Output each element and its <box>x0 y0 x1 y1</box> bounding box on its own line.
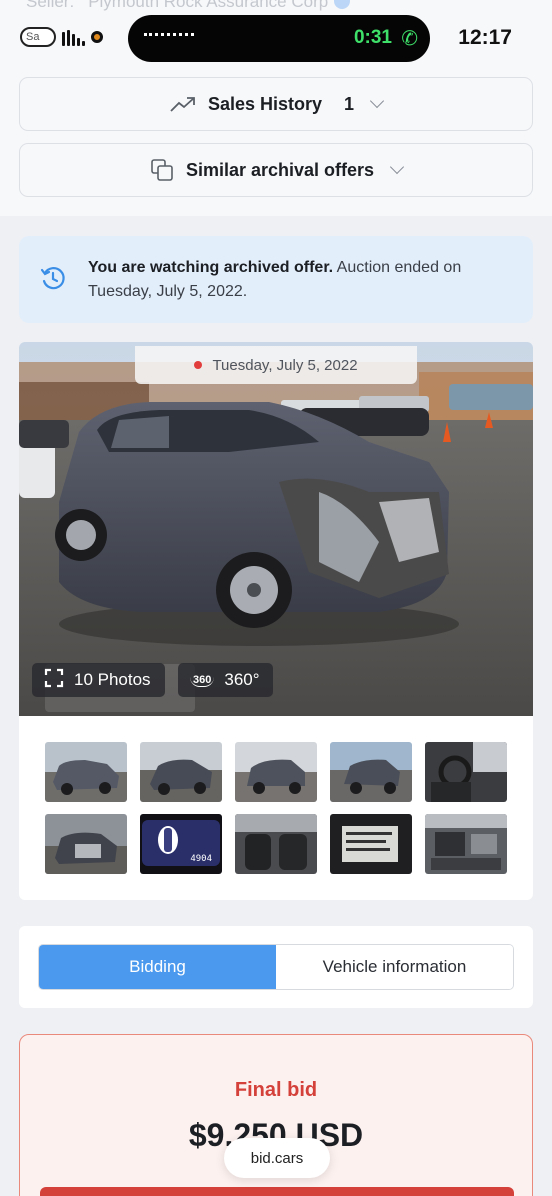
thumb-interior-seats[interactable] <box>235 814 317 874</box>
status-bar: Seller: Plymouth Rock Assurance Corp Sa 0… <box>0 0 552 70</box>
record-icon <box>91 31 103 43</box>
tabs-card: Bidding Vehicle information <box>19 926 533 1008</box>
thumb-rear-angle[interactable] <box>235 742 317 802</box>
sales-history-toggle[interactable]: Sales History 1 <box>19 77 533 131</box>
thumbnail-grid: 4904 <box>45 742 509 874</box>
odometer-reading: 4904 <box>190 854 212 864</box>
gallery-card: Tuesday, July 5, 2022 10 Photos 360 360° <box>19 342 533 900</box>
thumb-front-damage[interactable] <box>45 742 127 802</box>
detail-tabs: Bidding Vehicle information <box>38 944 514 990</box>
waveform-icon <box>144 33 194 37</box>
live-dot-icon <box>194 361 203 369</box>
auction-date: Tuesday, July 5, 2022 <box>212 356 358 374</box>
notice-text: You are watching archived offer. Auction… <box>88 256 508 304</box>
archived-notice: You are watching archived offer. Auction… <box>19 236 533 323</box>
thumb-engine-front[interactable] <box>45 814 127 874</box>
bid-action-button[interactable] <box>40 1187 514 1196</box>
sales-history-count: 1 <box>344 93 355 114</box>
call-timer: 0:31 <box>353 27 392 48</box>
signal-icon <box>62 28 85 46</box>
thumb-vin-label[interactable] <box>330 814 412 874</box>
tab-bidding[interactable]: Bidding <box>39 945 276 989</box>
status-icons: Sa <box>20 27 103 47</box>
rotate-360-icon: 360 <box>190 674 215 687</box>
mini-pill: Sa <box>20 27 56 47</box>
fullscreen-icon <box>44 668 64 693</box>
copy-icon <box>150 158 174 182</box>
notice-bold: You are watching archived offer. <box>88 259 334 276</box>
photos-button[interactable]: 10 Photos <box>32 663 165 697</box>
sales-history-label: Sales History <box>207 93 323 114</box>
tab-vehicle-information[interactable]: Vehicle information <box>276 945 513 989</box>
tour-360-label: 360° <box>224 670 260 689</box>
tour-360-button[interactable]: 360 360° <box>178 663 273 697</box>
thumb-rear-left[interactable] <box>330 742 412 802</box>
seller-label: Seller: <box>26 0 75 11</box>
thumb-engine-bay[interactable] <box>425 814 507 874</box>
clock: 12:17 <box>458 26 512 49</box>
verified-icon <box>334 0 351 9</box>
dynamic-island[interactable]: 0:31 ✆ <box>128 15 430 62</box>
photos-button-label: 10 Photos <box>74 670 151 689</box>
offer-extras: Sales History 1 Similar archival offers <box>0 70 552 216</box>
vehicle-photo-image <box>19 342 533 716</box>
similar-offers-label: Similar archival offers <box>185 159 375 180</box>
thumb-front-angle[interactable] <box>140 742 222 802</box>
chevron-down-icon <box>369 93 385 109</box>
final-bid-title: Final bid <box>234 1079 318 1101</box>
browser-url-pill[interactable]: bid.cars <box>224 1138 330 1178</box>
chevron-down-icon <box>389 159 405 175</box>
seller-name: Plymouth Rock Assurance Corp <box>88 0 329 11</box>
seller-line: Seller: Plymouth Rock Assurance Corp <box>26 0 351 12</box>
similar-offers-toggle[interactable]: Similar archival offers <box>19 143 533 197</box>
phone-icon: ✆ <box>401 28 418 50</box>
main-vehicle-photo[interactable]: Tuesday, July 5, 2022 10 Photos 360 360° <box>19 342 533 716</box>
thumb-odometer[interactable]: 4904 <box>140 814 222 874</box>
history-icon <box>39 264 67 297</box>
thumb-interior-driver[interactable] <box>425 742 507 802</box>
trending-up-icon <box>170 96 196 112</box>
auction-date-chip: Tuesday, July 5, 2022 <box>135 346 417 384</box>
